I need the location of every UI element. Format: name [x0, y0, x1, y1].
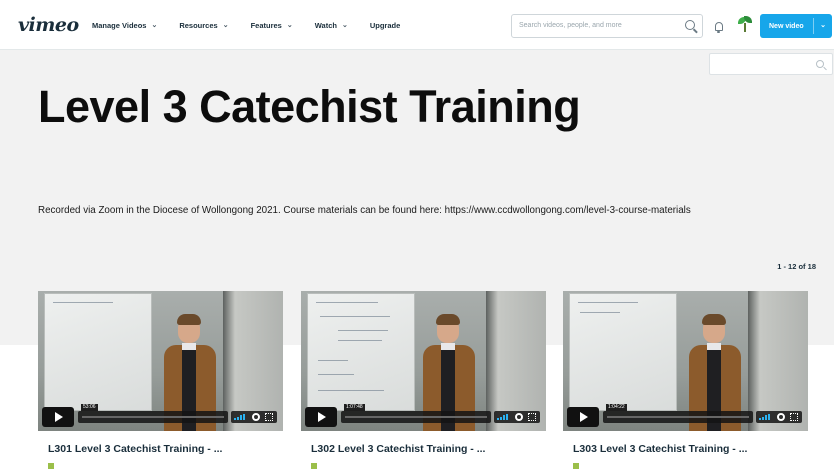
presenter-collar — [182, 343, 196, 350]
fullscreen-icon[interactable] — [265, 413, 273, 421]
new-video-label: New video — [769, 22, 804, 30]
avatar[interactable] — [737, 16, 753, 34]
player-icons — [494, 411, 540, 423]
progress-track — [345, 416, 487, 418]
search-icon[interactable] — [685, 20, 695, 30]
board-writing — [338, 340, 382, 341]
search-icon[interactable] — [816, 60, 824, 68]
video-title[interactable]: L303 Level 3 Catechist Training - ... — [573, 443, 747, 455]
chevron-down-icon: ⌄ — [286, 22, 293, 29]
chevron-down-icon: ⌄ — [341, 22, 348, 29]
nav-upgrade[interactable]: Upgrade — [370, 21, 400, 30]
chevron-down-icon[interactable]: ⌄ — [820, 21, 826, 29]
play-icon[interactable] — [305, 407, 337, 427]
page-title: Level 3 Catechist Training — [38, 81, 581, 132]
presenter-hair — [436, 314, 460, 325]
video-title[interactable]: L302 Level 3 Catechist Training - ... — [311, 443, 485, 455]
nav-label: Upgrade — [369, 20, 401, 30]
board-writing — [318, 374, 354, 375]
search-input[interactable]: Search videos, people, and more — [511, 14, 703, 38]
nav-resources[interactable]: Resources ⌄ — [179, 21, 228, 30]
privacy-icon — [48, 463, 54, 469]
result-count: 1 - 12 of 18 — [777, 262, 816, 271]
board-writing — [338, 330, 388, 331]
player-controls: 1:07:48 — [301, 403, 546, 431]
nav-watch[interactable]: Watch ⌄ — [315, 21, 348, 30]
player-icons — [231, 411, 277, 423]
player-controls: 53:06 — [38, 403, 283, 431]
progress-track — [82, 416, 224, 418]
volume-icon[interactable] — [759, 414, 771, 420]
settings-gear-icon[interactable] — [777, 413, 785, 421]
board-writing — [316, 302, 378, 303]
bell-icon — [715, 21, 723, 33]
main-nav: Manage Videos ⌄ Resources ⌄ Features ⌄ W… — [92, 0, 422, 50]
avatar-stem — [744, 23, 746, 32]
search-placeholder: Search videos, people, and more — [519, 22, 622, 29]
progress-track — [607, 416, 749, 418]
nav-label: Features — [250, 20, 282, 30]
nav-manage-videos[interactable]: Manage Videos ⌄ — [92, 21, 157, 30]
video-duration: 53:06 — [81, 404, 98, 411]
privacy-icon — [573, 463, 579, 469]
whiteboard — [44, 293, 152, 411]
nav-label: Resources — [179, 20, 218, 30]
presenter-hair — [177, 314, 201, 325]
presenter-collar — [707, 343, 721, 350]
showcase-description: Recorded via Zoom in the Diocese of Woll… — [38, 205, 691, 216]
video-title[interactable]: L301 Level 3 Catechist Training - ... — [48, 443, 222, 455]
nav-features[interactable]: Features ⌄ — [251, 21, 293, 30]
nav-label: Watch — [314, 20, 337, 30]
fullscreen-icon[interactable] — [790, 413, 798, 421]
progress-bar[interactable] — [341, 411, 491, 423]
notifications-button[interactable] — [708, 14, 730, 38]
whiteboard — [307, 293, 415, 411]
video-thumbnail[interactable]: 1:07:48 — [301, 291, 546, 431]
volume-icon[interactable] — [234, 414, 246, 420]
video-card[interactable]: 53:06 L301 Level 3 Catechist Training - … — [38, 291, 283, 471]
video-thumbnail[interactable]: 53:06 — [38, 291, 283, 431]
vimeo-logo[interactable]: vimeo — [18, 14, 79, 36]
presenter-collar — [441, 343, 455, 350]
avatar-leaf — [744, 16, 752, 23]
player-icons — [756, 411, 802, 423]
board-writing — [318, 360, 348, 361]
button-divider — [813, 18, 814, 34]
chevron-down-icon: ⌄ — [151, 22, 158, 29]
board-writing — [53, 302, 113, 303]
video-thumbnail[interactable]: 1:04:22 — [563, 291, 808, 431]
video-card[interactable]: 1:07:48 L302 Level 3 Catechist Training … — [301, 291, 546, 471]
showcase-search-input[interactable] — [709, 53, 833, 75]
video-duration: 1:04:22 — [606, 404, 627, 411]
play-icon[interactable] — [567, 407, 599, 427]
privacy-icon — [311, 463, 317, 469]
player-controls: 1:04:22 — [563, 403, 808, 431]
play-icon[interactable] — [42, 407, 74, 427]
top-nav: vimeo Manage Videos ⌄ Resources ⌄ Featur… — [0, 0, 834, 50]
board-writing — [318, 390, 384, 391]
progress-bar[interactable] — [603, 411, 753, 423]
fullscreen-icon[interactable] — [528, 413, 536, 421]
board-writing — [580, 312, 620, 313]
video-card[interactable]: 1:04:22 L303 Level 3 Catechist Training … — [563, 291, 808, 471]
new-video-button[interactable]: New video ⌄ — [760, 14, 832, 38]
volume-icon[interactable] — [497, 414, 509, 420]
nav-label: Manage Videos — [92, 20, 147, 30]
settings-gear-icon[interactable] — [252, 413, 260, 421]
presenter-hair — [702, 314, 726, 325]
whiteboard — [569, 293, 677, 411]
settings-gear-icon[interactable] — [515, 413, 523, 421]
board-writing — [320, 316, 390, 317]
chevron-down-icon: ⌄ — [222, 22, 229, 29]
progress-bar[interactable] — [78, 411, 228, 423]
video-duration: 1:07:48 — [344, 404, 365, 411]
board-writing — [578, 302, 638, 303]
